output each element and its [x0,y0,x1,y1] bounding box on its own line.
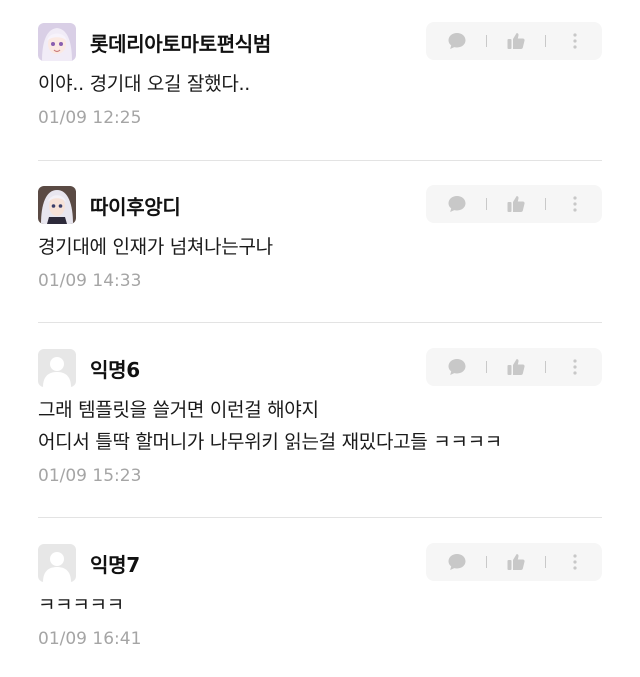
comment-actions [426,185,602,223]
speech-bubble-icon[interactable] [446,30,468,52]
speech-bubble-icon[interactable] [446,551,468,573]
comment-divider [38,517,602,518]
comment-item: 따이후앙디 경기대에 인재가 넘쳐나는구나 01/09 14:33 [38,185,602,291]
avatar[interactable] [38,349,76,387]
comment-divider [38,160,602,161]
comment-line: 어디서 틀딱 할머니가 나무위키 읽는걸 재밌다고들 ㅋㅋㅋㅋ [38,431,502,453]
comment-author[interactable]: 롯데리아토마토편식범 [90,28,271,57]
more-vertical-icon[interactable] [564,193,586,215]
comment-timestamp: 01/09 14:33 [38,271,142,291]
avatar[interactable] [38,23,76,61]
comment-header: 따이후앙디 [38,185,602,225]
comment-timestamp: 01/09 15:23 [38,466,142,486]
comment-item: 익명6 그래 템플릿을 쓸거면 이런걸 해야지 어디서 틀딱 할머니가 나무위키… [38,348,602,486]
thumbs-up-icon[interactable] [505,551,527,573]
thumbs-up-icon[interactable] [505,193,527,215]
divider [486,556,487,568]
comment-author[interactable]: 따이후앙디 [90,191,181,220]
comment-body: 경기대에 인재가 넘쳐나는구나 [38,231,602,263]
divider [486,198,487,210]
divider [486,361,487,373]
comment-actions [426,22,602,60]
comment-body: 이야.. 경기대 오길 잘했다.. [38,68,602,100]
divider [545,556,546,568]
divider [545,361,546,373]
comment-actions [426,348,602,386]
comment-line: 그래 템플릿을 쓸거면 이런걸 해야지 [38,399,319,421]
divider [545,35,546,47]
comment-author[interactable]: 익명6 [90,354,140,383]
divider [486,35,487,47]
comment-author[interactable]: 익명7 [90,549,140,578]
thumbs-up-icon[interactable] [505,30,527,52]
comment-timestamp: 01/09 12:25 [38,108,142,128]
comment-item: 롯데리아토마토편식범 이야.. 경기대 오길 잘했다.. 01/09 12:25 [38,22,602,128]
comment-body: ㅋㅋㅋㅋㅋ [38,589,602,621]
thumbs-up-icon[interactable] [505,356,527,378]
avatar[interactable] [38,544,76,582]
comment-line: ㅋㅋㅋㅋㅋ [38,594,124,616]
more-vertical-icon[interactable] [564,551,586,573]
comment-item: 익명7 ㅋㅋㅋㅋㅋ 01/09 16:41 [38,543,602,649]
comment-divider [38,322,602,323]
comment-timestamp: 01/09 16:41 [38,629,142,649]
comment-line: 이야.. 경기대 오길 잘했다.. [38,73,250,95]
comment-header: 롯데리아토마토편식범 [38,22,602,62]
comment-header: 익명6 [38,348,602,388]
avatar[interactable] [38,186,76,224]
more-vertical-icon[interactable] [564,30,586,52]
speech-bubble-icon[interactable] [446,193,468,215]
comment-line: 경기대에 인재가 넘쳐나는구나 [38,236,273,258]
divider [545,198,546,210]
comment-actions [426,543,602,581]
comment-header: 익명7 [38,543,602,583]
comment-body: 그래 템플릿을 쓸거면 이런걸 해야지 어디서 틀딱 할머니가 나무위키 읽는걸… [38,394,602,458]
more-vertical-icon[interactable] [564,356,586,378]
speech-bubble-icon[interactable] [446,356,468,378]
